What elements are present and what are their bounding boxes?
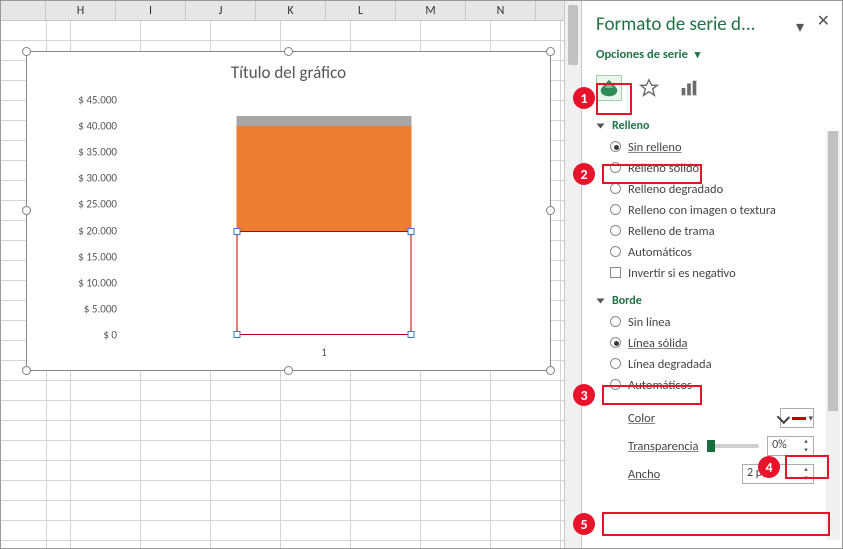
- fill-auto-radio[interactable]: Automáticos: [582, 242, 842, 263]
- chart-resize-handle[interactable]: [22, 366, 31, 375]
- plot-area[interactable]: $ 0$ 5.000$ 10.000$ 15.000$ 20.000$ 25.0…: [57, 100, 527, 335]
- border-section-header[interactable]: Borde: [582, 290, 842, 312]
- chevron-down-icon: ▾: [808, 413, 813, 424]
- scrollbar-thumb[interactable]: [568, 5, 578, 65]
- chart-resize-handle[interactable]: [546, 366, 555, 375]
- chart-resize-handle[interactable]: [22, 206, 31, 215]
- y-tick-label: $ 40.000: [57, 120, 117, 133]
- y-tick-label: $ 5.000: [57, 302, 117, 315]
- chevron-down-icon: ▾: [695, 48, 701, 61]
- chart-resize-handle[interactable]: [546, 47, 555, 56]
- border-width-input[interactable]: 2 pt ▴▾: [742, 464, 814, 484]
- col-k[interactable]: K: [256, 1, 326, 20]
- col-m[interactable]: M: [396, 1, 466, 20]
- y-tick-label: $ 15.000: [57, 250, 117, 263]
- transparency-slider[interactable]: [707, 444, 760, 448]
- y-tick-label: $ 10.000: [57, 276, 117, 289]
- fill-none-radio[interactable]: Sin relleno: [582, 137, 842, 158]
- border-solid-radio[interactable]: Línea sólida: [582, 333, 842, 354]
- fill-pattern-radio[interactable]: Relleno de trama: [582, 221, 842, 242]
- fill-picture-radio[interactable]: Relleno con imagen o textura: [582, 200, 842, 221]
- pane-title-dropdown-icon[interactable]: ▾: [796, 17, 804, 37]
- spinner[interactable]: ▴▾: [800, 437, 812, 455]
- scrollbar-thumb[interactable]: [828, 131, 838, 411]
- col-i[interactable]: I: [116, 1, 186, 20]
- series-segment[interactable]: [237, 116, 412, 126]
- x-category-label[interactable]: 1: [127, 346, 521, 359]
- pen-icon: [777, 411, 791, 425]
- col-j[interactable]: J: [186, 1, 256, 20]
- color-swatch-bar: [792, 417, 806, 420]
- fill-solid-radio[interactable]: Relleno sólido: [582, 158, 842, 179]
- pane-category-tabs: [582, 69, 842, 115]
- column-headers: H I J K L M N O: [1, 1, 564, 21]
- effects-tab[interactable]: [636, 75, 662, 101]
- col-n[interactable]: N: [466, 1, 536, 20]
- border-gradient-radio[interactable]: Línea degradada: [582, 354, 842, 375]
- format-series-pane: Formato de serie d... ▾ ✕ Opciones de se…: [582, 1, 842, 548]
- chart-resize-handle[interactable]: [284, 47, 293, 56]
- y-tick-label: $ 25.000: [57, 198, 117, 211]
- embedded-chart[interactable]: Título del gráfico $ 0 $ 5.000 $ 10.000 $ 1…: [26, 51, 551, 371]
- fill-and-line-tab[interactable]: [596, 75, 622, 101]
- y-tick-label: $ 0: [57, 329, 117, 342]
- stacked-bar[interactable]: [237, 116, 412, 335]
- series-options-label: Opciones de serie: [596, 47, 688, 62]
- border-color-picker[interactable]: ▾: [780, 408, 814, 428]
- y-tick-label: $ 45.000: [57, 94, 117, 107]
- spinner[interactable]: ▴▾: [800, 465, 812, 483]
- chart-resize-handle[interactable]: [284, 366, 293, 375]
- y-tick-label: $ 35.000: [57, 146, 117, 159]
- col-h[interactable]: H: [46, 1, 116, 20]
- col-l[interactable]: L: [326, 1, 396, 20]
- border-auto-radio[interactable]: Automáticos: [582, 375, 842, 396]
- border-width-label: Ancho: [628, 467, 734, 482]
- invert-if-negative-checkbox[interactable]: Invertir si es negativo: [582, 263, 842, 284]
- chart-resize-handle[interactable]: [546, 206, 555, 215]
- fill-section-header[interactable]: Relleno: [582, 115, 842, 137]
- transparency-label: Transparencia: [628, 439, 699, 454]
- worksheet[interactable]: H I J K L M N O Título del gráfico $ 0 $ …: [1, 1, 564, 548]
- border-color-label: Color: [628, 411, 772, 426]
- series-options-tab[interactable]: [676, 75, 702, 101]
- chart-title[interactable]: Título del gráfico: [27, 52, 550, 83]
- y-tick-label: $ 20.000: [57, 224, 117, 237]
- transparency-input[interactable]: 0% ▴▾: [767, 436, 814, 456]
- pane-scrollbar[interactable]: [826, 131, 840, 540]
- border-none-radio[interactable]: Sin línea: [582, 312, 842, 333]
- y-tick-label: $ 30.000: [57, 172, 117, 185]
- chart-resize-handle[interactable]: [22, 47, 31, 56]
- fill-gradient-radio[interactable]: Relleno degradado: [582, 179, 842, 200]
- slider-knob[interactable]: [707, 440, 715, 452]
- series-options-dropdown[interactable]: Opciones de serie ▾: [596, 47, 700, 62]
- series-segment-selected[interactable]: [237, 231, 412, 335]
- pane-close-button[interactable]: ✕: [817, 11, 830, 31]
- sheet-scrollbar[interactable]: [564, 1, 582, 548]
- y-axis[interactable]: $ 0$ 5.000$ 10.000$ 15.000$ 20.000$ 25.0…: [57, 100, 125, 335]
- series-segment[interactable]: [237, 126, 412, 230]
